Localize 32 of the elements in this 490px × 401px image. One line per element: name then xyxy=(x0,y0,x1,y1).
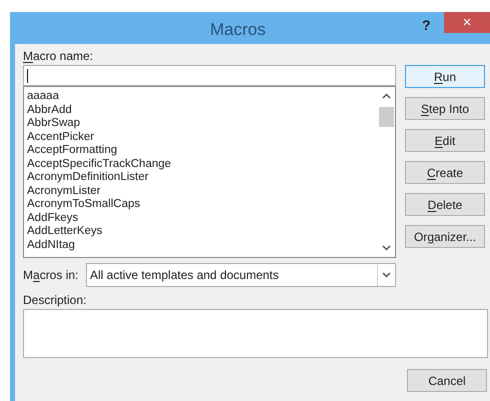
macro-list-item[interactable]: AddNItag xyxy=(27,238,75,252)
close-button[interactable]: × xyxy=(444,12,490,33)
description-field[interactable] xyxy=(23,309,488,358)
field-label: Macros in: xyxy=(23,267,80,284)
window-title: Macros xyxy=(210,19,266,41)
scroll-up-icon[interactable] xyxy=(382,93,391,99)
macro-list-item[interactable]: aaaaa xyxy=(27,90,59,104)
macro-list-item[interactable]: AddLetterKeys xyxy=(27,225,102,238)
help-button[interactable]: ? xyxy=(422,15,431,36)
macro-list-item[interactable]: AcceptFormatting xyxy=(27,144,118,158)
field-label: Description: xyxy=(23,292,88,308)
macro-list-item[interactable]: AcceptSpecificTrackChange xyxy=(27,158,172,171)
cancel-button[interactable]: Cancel xyxy=(407,369,487,392)
dialog-button[interactable]: Edit xyxy=(405,129,485,152)
text-cursor xyxy=(27,68,28,82)
field-label: Macro name: xyxy=(23,48,94,65)
macro-list-item[interactable]: AbbrSwap xyxy=(27,117,80,130)
macro-name-field[interactable] xyxy=(23,65,396,86)
macro-list-item[interactable]: AbbrAdd xyxy=(27,104,72,117)
dialog-button[interactable]: Create xyxy=(405,161,485,184)
dialog-button[interactable]: Run xyxy=(405,65,485,88)
dialog-button[interactable]: Step Into xyxy=(405,97,485,120)
macros-in-dropdown[interactable]: All active templates and documents xyxy=(86,263,396,287)
macro-list-item[interactable]: AcronymToSmallCaps xyxy=(27,198,140,212)
dialog-button[interactable]: Delete xyxy=(405,193,485,216)
macro-list-item[interactable]: AccentPicker xyxy=(27,130,94,144)
scroll-thumb[interactable] xyxy=(379,107,394,127)
scroll-down-icon[interactable] xyxy=(382,245,391,251)
macro-list-item[interactable]: AcronymLister xyxy=(27,184,100,198)
dialog-button[interactable]: Organizer... xyxy=(405,225,485,248)
macro-list-item[interactable]: AcronymDefinitionLister xyxy=(27,171,148,184)
macro-list-item[interactable]: AddFkeys xyxy=(27,212,78,225)
